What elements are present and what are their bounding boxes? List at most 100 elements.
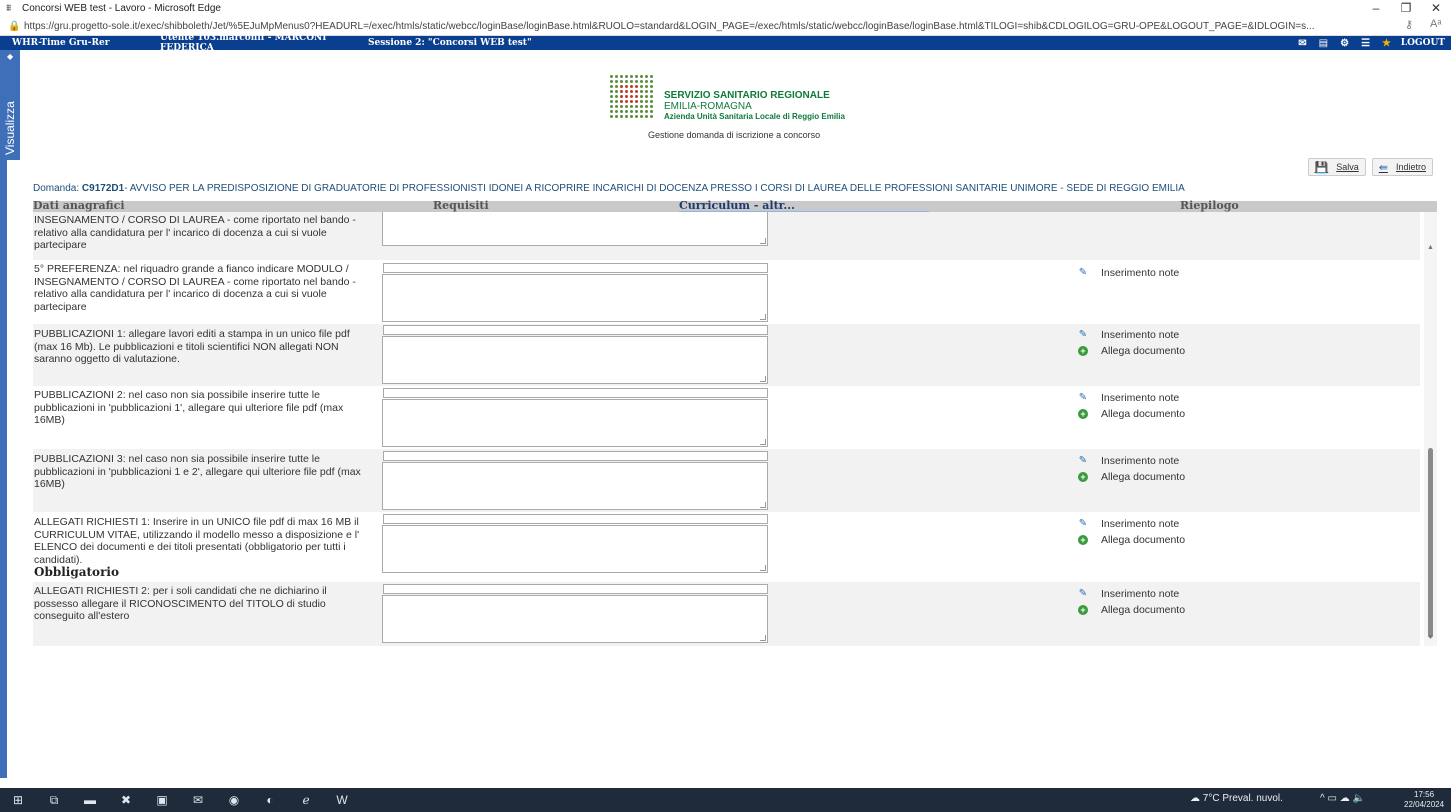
document-icon[interactable]: ▤ (1319, 38, 1328, 49)
minimize-icon[interactable]: – (1361, 0, 1391, 17)
form-row: INSEGNAMENTO / CORSO DI LAUREA - come ri… (33, 212, 1420, 260)
logout-button[interactable]: LOGOUT (1401, 36, 1445, 50)
edit-note-icon: ✎ (1078, 455, 1088, 466)
save-button[interactable]: 💾 Salva (1307, 158, 1366, 176)
scroll-up-icon[interactable]: ▲ (1427, 244, 1434, 251)
row-input[interactable] (383, 263, 768, 273)
clock[interactable]: 17:56 22/04/2024 (1404, 790, 1444, 810)
attach-document-link[interactable]: + Allega documento (1078, 406, 1185, 422)
content-scrollbar[interactable]: ▲ ▼ (1424, 212, 1437, 646)
app-header-bar: WHR-Time Gru-Rer Utente 103.marconif - M… (0, 33, 1451, 53)
form-row: ALLEGATI RICHIESTI 1: Inserire in un UNI… (33, 512, 1420, 582)
domanda-code: C9172D1 (81, 183, 125, 194)
edge-icon[interactable]: ◐ (252, 793, 288, 807)
chevron-up-icon[interactable]: ^ (1320, 793, 1325, 804)
system-tray[interactable]: ^ ▭ ☁ 🔈 (1320, 793, 1365, 804)
row-label: ALLEGATI RICHIESTI 2: per i soli candida… (34, 585, 327, 622)
org-name: SERVIZIO SANITARIO REGIONALE EMILIA-ROMA… (664, 90, 845, 121)
logo-dots-icon (610, 75, 656, 119)
row-links: ✎ Inserimento note (1078, 265, 1179, 281)
insert-note-link[interactable]: ✎ Inserimento note (1078, 327, 1185, 343)
onedrive-icon[interactable]: ☁ (1340, 793, 1350, 804)
back-button[interactable]: ⇚ Indietro (1371, 158, 1433, 176)
domanda-title: Domanda: C9172D1- AVVISO PER LA PREDISPO… (33, 183, 1185, 194)
row-textarea[interactable] (382, 336, 768, 384)
add-icon: + (1078, 605, 1088, 615)
row-textarea[interactable] (382, 212, 768, 246)
url-text[interactable]: https://gru.progetto-sole.it/exec/shibbo… (24, 21, 1384, 32)
outlook-icon[interactable]: ✉ (180, 793, 216, 807)
read-aloud-icon[interactable]: Aᵃ (1430, 18, 1441, 30)
insert-note-link[interactable]: ✎ Inserimento note (1078, 516, 1185, 532)
chrome-icon[interactable]: ◉ (216, 793, 252, 807)
row-input[interactable] (383, 514, 768, 524)
settings-icon[interactable]: ⚙ (1340, 38, 1349, 49)
row-label-text: ALLEGATI RICHIESTI 1: Inserire in un UNI… (34, 516, 360, 566)
mail-icon[interactable]: ✉ (1298, 38, 1306, 49)
insert-note-link[interactable]: ✎ Inserimento note (1078, 390, 1185, 406)
lock-icon[interactable]: 🔒 (8, 21, 20, 32)
insert-note-link[interactable]: ✎ Inserimento note (1078, 265, 1179, 281)
visualizza-tab[interactable]: ◆ Visualizza (0, 50, 20, 160)
scroll-down-icon[interactable]: ▼ (1427, 634, 1434, 641)
row-input[interactable] (383, 451, 768, 461)
row-label: PUBBLICAZIONI 3: nel caso non sia possib… (34, 453, 361, 490)
page-subtitle: Gestione domanda di iscrizione a concors… (648, 130, 821, 140)
insert-note-link[interactable]: ✎ Inserimento note (1078, 453, 1185, 469)
form-row: ALLEGATI RICHIESTI 2: per i soli candida… (33, 582, 1420, 646)
insert-note-link[interactable]: ✎ Inserimento note (1078, 586, 1185, 602)
row-input[interactable] (383, 325, 768, 335)
tab-requisiti[interactable]: Requisiti (433, 199, 489, 212)
edit-note-icon: ✎ (1078, 588, 1088, 599)
ie-icon[interactable]: ℯ (288, 793, 324, 807)
row-label: INSEGNAMENTO / CORSO DI LAUREA - come ri… (34, 214, 356, 251)
row-textarea[interactable] (382, 525, 768, 573)
volume-icon[interactable]: 🔈 (1353, 793, 1365, 804)
network-icon[interactable]: ▭ (1327, 793, 1336, 804)
form-row: 5° PREFERENZA: nel riquadro grande a fia… (33, 260, 1420, 324)
window-title: Concorsi WEB test - Lavoro - Microsoft E… (22, 3, 221, 14)
excel-icon[interactable]: ✖ (108, 793, 144, 807)
window-controls: – ❐ ✕ (1361, 0, 1451, 17)
form-row: PUBBLICAZIONI 3: nel caso non sia possib… (33, 449, 1420, 512)
back-arrow-icon: ⇚ (1378, 161, 1388, 174)
edit-note-icon: ✎ (1078, 518, 1088, 529)
row-links: ✎ Inserimento note + Allega documento (1078, 390, 1185, 422)
tab-dati-anagrafici[interactable]: Dati anagrafici (33, 199, 125, 212)
edge-app-icon: ⩩ (6, 3, 12, 14)
back-label: Indietro (1395, 162, 1426, 172)
edit-note-icon: ✎ (1078, 392, 1088, 403)
attach-document-link[interactable]: + Allega documento (1078, 469, 1185, 485)
form-row: PUBBLICAZIONI 2: nel caso non sia possib… (33, 386, 1420, 449)
start-icon[interactable]: ⊞ (0, 793, 36, 807)
edit-note-icon: ✎ (1078, 329, 1088, 340)
close-icon[interactable]: ✕ (1421, 0, 1451, 17)
row-label: PUBBLICAZIONI 2: nel caso non sia possib… (34, 389, 344, 426)
cloud-icon: ☁ (1190, 793, 1203, 804)
attach-document-link[interactable]: + Allega documento (1078, 532, 1185, 548)
org-logo: SERVIZIO SANITARIO REGIONALE EMILIA-ROMA… (610, 75, 845, 121)
restore-icon[interactable]: ❐ (1391, 0, 1421, 17)
favorites-star-icon[interactable]: ★ (1382, 38, 1391, 49)
save-label: Salva (1336, 162, 1359, 172)
password-key-icon[interactable]: ⚷ (1405, 18, 1413, 31)
word-icon[interactable]: W (324, 793, 360, 807)
row-textarea[interactable] (382, 399, 768, 447)
attach-document-link[interactable]: + Allega documento (1078, 343, 1185, 359)
windows-taskbar: ⊞ ⧉ ▬ ✖ ▣ ✉ ◉ ◐ ℯ W ☁ 7°C Preval. nuvol.… (0, 788, 1451, 812)
row-input[interactable] (383, 584, 768, 594)
row-textarea[interactable] (382, 274, 768, 322)
row-label: ALLEGATI RICHIESTI 1: Inserire in un UNI… (34, 516, 374, 579)
tab-riepilogo[interactable]: Riepilogo (1180, 199, 1239, 212)
app-icon[interactable]: ▣ (144, 793, 180, 807)
attach-document-link[interactable]: + Allega documento (1078, 602, 1185, 618)
list-icon[interactable]: ☰ (1361, 38, 1370, 49)
row-input[interactable] (383, 388, 768, 398)
row-textarea[interactable] (382, 595, 768, 643)
file-explorer-icon[interactable]: ▬ (72, 793, 108, 807)
task-view-icon[interactable]: ⧉ (36, 793, 72, 808)
row-textarea[interactable] (382, 462, 768, 510)
scrollbar-thumb[interactable] (1428, 448, 1433, 638)
weather-widget[interactable]: ☁ 7°C Preval. nuvol. (1190, 793, 1283, 804)
row-label: 5° PREFERENZA: nel riquadro grande a fia… (34, 263, 356, 313)
